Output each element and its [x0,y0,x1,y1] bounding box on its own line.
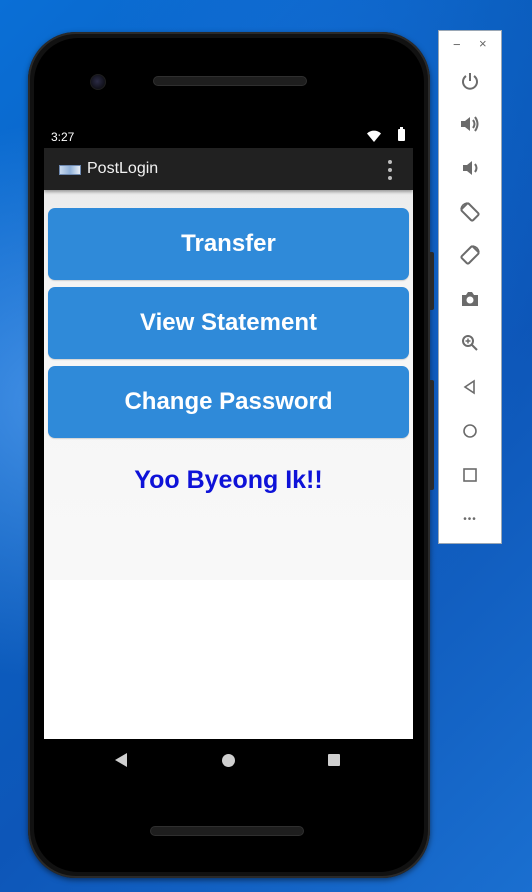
top-speaker [153,76,307,86]
zoom-icon[interactable] [458,331,482,355]
front-camera-icon [90,74,106,90]
home-icon[interactable] [458,419,482,443]
overview-icon[interactable] [458,463,482,487]
nav-home-icon[interactable] [222,754,235,767]
camera-icon[interactable] [458,287,482,311]
volume-down-icon[interactable] [458,156,482,180]
view-statement-button[interactable]: View Statement [48,287,409,359]
phone-side-button-volume[interactable] [428,380,434,490]
overflow-dot [388,176,392,180]
status-time: 3:27 [51,130,75,144]
overflow-menu-icon[interactable] [387,160,393,180]
app-bar: PostLogin [44,148,413,190]
emulator-toolbar: − × ••• [438,30,502,544]
rotate-left-icon[interactable] [458,200,482,224]
app-title: PostLogin [87,160,159,177]
battery-icon [398,127,405,141]
nav-recents-icon[interactable] [328,754,340,766]
phone-side-button-power[interactable] [428,252,434,310]
nav-back-icon[interactable] [115,753,127,767]
status-bar: 3:27 [44,126,413,148]
back-icon[interactable] [458,375,482,399]
navigation-bar [44,739,413,783]
bottom-speaker [150,826,304,836]
content-area-lower [44,580,413,739]
transfer-button[interactable]: Transfer [48,208,409,280]
volume-up-icon[interactable] [458,112,482,136]
more-icon[interactable]: ••• [458,507,482,531]
change-password-button[interactable]: Change Password [48,366,409,438]
app-logo-icon [59,165,81,175]
greeting-text: Yoo Byeong Ik!! [134,466,323,494]
wifi-icon [367,130,381,142]
minimize-button[interactable]: − [453,37,461,52]
overflow-dot [388,160,392,164]
rotate-right-icon[interactable] [458,243,482,267]
overflow-dot [388,168,392,172]
close-button[interactable]: × [479,36,487,51]
power-icon[interactable] [458,69,482,93]
emulator-toolbar-header: − × [439,31,501,59]
